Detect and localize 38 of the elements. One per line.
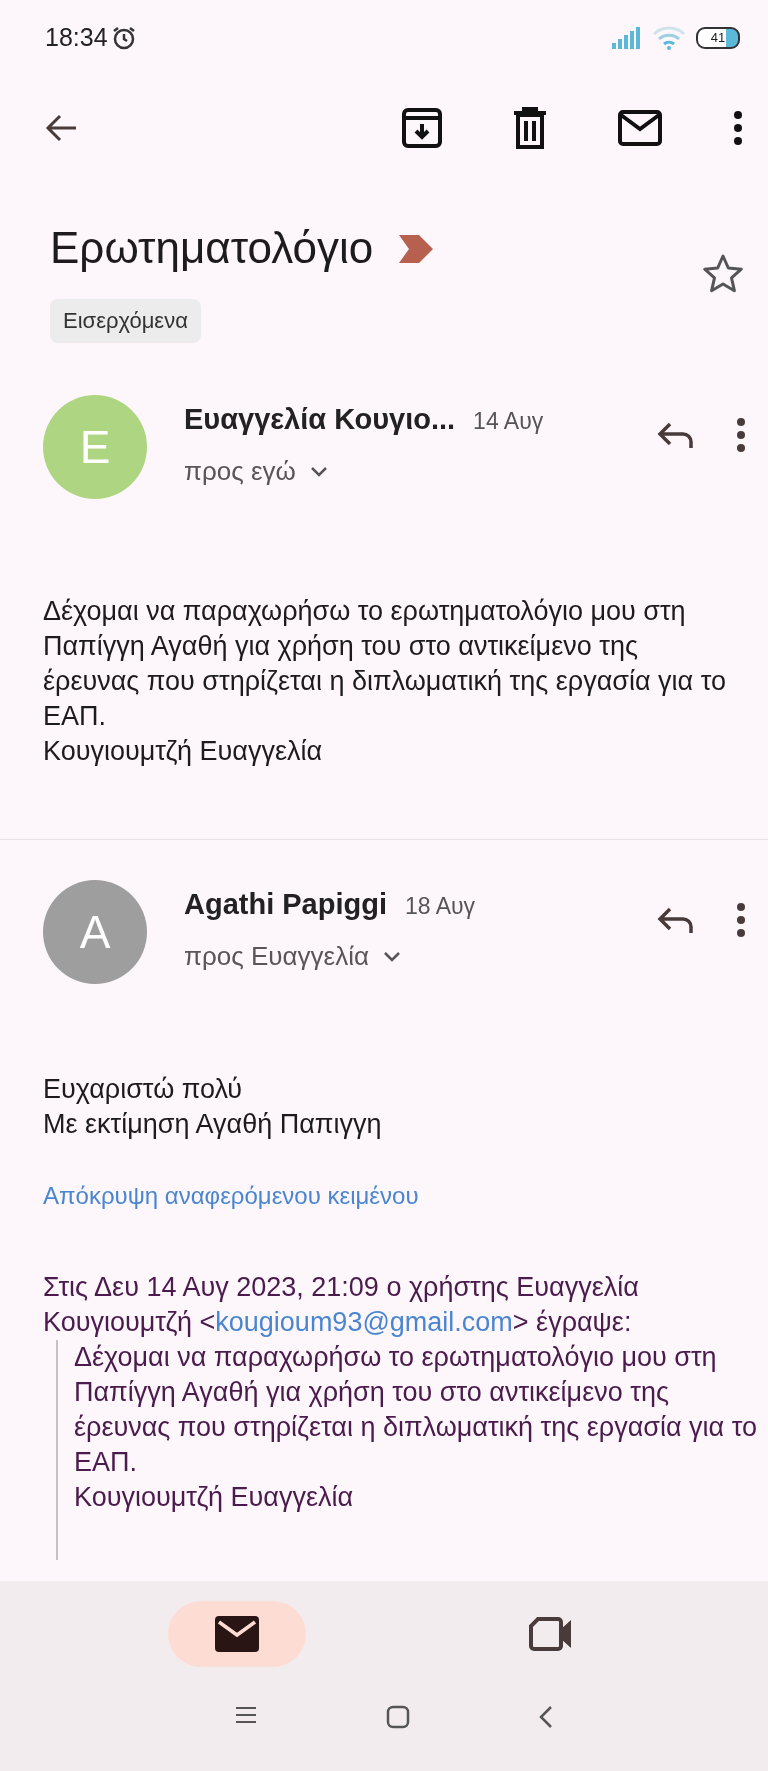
recipients-text[interactable]: προς Ευαγγελία	[184, 941, 369, 972]
chevron-down-icon[interactable]	[382, 950, 401, 963]
star-icon[interactable]	[702, 253, 744, 293]
message-date: 18 Αυγ	[405, 893, 476, 920]
wifi-icon	[652, 25, 686, 50]
quote-header: Στις Δευ 14 Αυγ 2023, 21:09 ο χρήστης Ευαγγελία Κουγιουμτζή <kougioum93@gmail.com> έγραψε:	[43, 1271, 640, 1339]
recipients-text[interactable]: προς εγώ	[184, 456, 296, 487]
avatar: A	[43, 880, 147, 984]
importance-marker-icon[interactable]	[399, 235, 434, 263]
more-options-icon[interactable]	[732, 110, 744, 146]
back-icon[interactable]	[538, 1705, 554, 1729]
mail-icon[interactable]	[618, 110, 662, 146]
battery-percent: 41	[709, 30, 727, 45]
trash-icon[interactable]	[512, 107, 548, 149]
reply-icon[interactable]	[656, 420, 694, 450]
message-body: Δέχομαι να παραχωρήσω το ερωτηματολόγιο μου στη Παπίγγη Αγαθή για χρήση του στο αντικείμενο της έρευνας που στηρίζεται η διπλωματική της εργασία για το ΕΑΠ. Κουγιουμτζή Ευαγγελία	[42, 595, 727, 768]
label-chip[interactable]: Εισερχόμενα	[50, 299, 201, 343]
video-camera-icon	[529, 1616, 573, 1652]
sender-name: Ευαγγελία Κουγιο...	[184, 403, 456, 436]
email-link[interactable]: kougioum93@gmail.com	[215, 1307, 513, 1337]
email-subject: Ερωτηματολόγιο	[50, 223, 374, 273]
back-arrow-icon[interactable]	[44, 113, 78, 143]
mail-icon	[215, 1616, 259, 1652]
quoted-text: Δέχομαι να παραχωρήσω το ερωτηματολόγιο μου στη Παπίγγη Αγαθή για χρήση του στο αντικείμενο της έρευνας που στηρίζεται η διπλωματική της εργασία για το ΕΑΠ. Κουγιουμτζή Ευαγγελία	[74, 1341, 758, 1514]
reply-icon[interactable]	[656, 905, 694, 935]
message-date: 14 Αυγ	[473, 408, 544, 435]
avatar: Ε	[43, 395, 147, 499]
home-icon[interactable]	[386, 1705, 410, 1729]
clock-time: 18:34	[45, 23, 108, 52]
chevron-down-icon[interactable]	[309, 465, 328, 478]
sender-name: Agathi Papiggi	[184, 888, 387, 921]
signal-icon	[612, 26, 642, 49]
archive-icon[interactable]	[402, 108, 442, 148]
hide-quoted-link[interactable]: Απόκρυψη αναφερόμενου κειμένου	[43, 1182, 419, 1210]
menu-icon[interactable]	[234, 1705, 258, 1725]
more-options-icon[interactable]	[736, 417, 746, 453]
more-options-icon[interactable]	[736, 902, 746, 938]
message-body: Ευχαριστώ πολύ Με εκτίμηση Αγαθή Παπιγγη	[42, 1073, 383, 1141]
